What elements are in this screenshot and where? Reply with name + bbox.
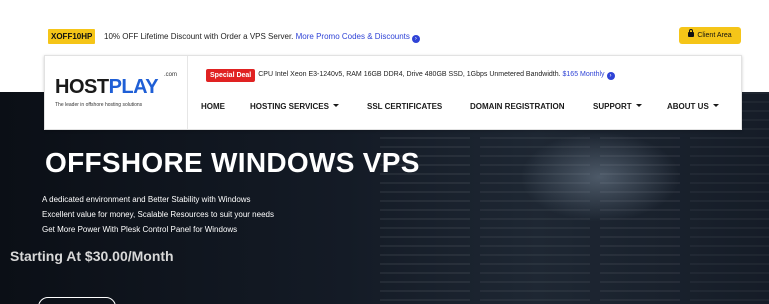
nav-item-home[interactable]: HOME xyxy=(201,102,225,111)
nav-item-support[interactable]: SUPPORT xyxy=(593,102,642,111)
promo-message: 10% OFF Lifetime Discount with Order a V… xyxy=(104,32,294,41)
logo-wordmark: HOSTPLAY xyxy=(55,76,159,99)
special-deal-text: CPU Intel Xeon E3-1240v5, RAM 16GB DDR4,… xyxy=(258,71,615,81)
hero-feature-line: A dedicated environment and Better Stabi… xyxy=(42,195,251,204)
hero-light-glow xyxy=(520,132,680,222)
special-deal-price-link[interactable]: $165 Monthly › xyxy=(562,71,615,81)
hero-feature-line: Get More Power With Plesk Control Panel … xyxy=(42,225,238,234)
nav-item-label: SUPPORT xyxy=(593,102,632,111)
promo-text: 10% OFF Lifetime Discount with Order a V… xyxy=(104,32,420,43)
lock-icon xyxy=(688,29,695,37)
nav-item-label: ABOUT US xyxy=(667,102,709,111)
hero-feature-line: Excellent value for money, Scalable Reso… xyxy=(42,210,274,219)
logo[interactable]: HOSTPLAY .com The leader in offshore hos… xyxy=(45,56,188,129)
nav-item-label: HOME xyxy=(201,102,225,111)
logo-tagline: The leader in offshore hosting solutions xyxy=(55,102,143,108)
logo-host-text: HOST xyxy=(55,76,109,98)
special-deal-specs: CPU Intel Xeon E3-1240v5, RAM 16GB DDR4,… xyxy=(258,71,561,79)
client-area-label: Client Area xyxy=(697,32,732,39)
hero-title: OFFSHORE WINDOWS VPS xyxy=(45,147,420,178)
logo-com-text: .com xyxy=(164,72,178,78)
nav-item-domain-registration[interactable]: DOMAIN REGISTRATION xyxy=(470,102,565,111)
nav-item-ssl-certificates[interactable]: SSL CERTIFICATES xyxy=(367,102,442,111)
special-deal-badge: Special Deal xyxy=(206,69,256,83)
client-area-button[interactable]: Client Area xyxy=(679,27,741,44)
chevron-down-icon xyxy=(332,104,339,107)
arrow-right-circle-icon: › xyxy=(606,72,615,81)
hero-starting-price: Starting At $30.00/Month xyxy=(10,248,174,264)
nav-item-label: SSL CERTIFICATES xyxy=(367,102,443,111)
hero-cta-button[interactable] xyxy=(38,297,116,304)
arrow-right-circle-icon: › xyxy=(411,35,420,43)
nav-item-label: HOSTING SERVICES xyxy=(250,102,329,111)
promo-codes-link-label: More Promo Codes & Discounts xyxy=(295,32,410,41)
chevron-down-icon xyxy=(712,104,719,107)
chevron-down-icon xyxy=(635,104,642,107)
promo-codes-link[interactable]: More Promo Codes & Discounts › xyxy=(295,32,420,43)
logo-play-text: PLAY xyxy=(108,76,159,98)
special-deal-price-label: $165 Monthly xyxy=(562,71,605,79)
nav-item-about-us[interactable]: ABOUT US xyxy=(667,102,719,111)
special-deal-row: Special Deal CPU Intel Xeon E3-1240v5, RA… xyxy=(206,67,615,85)
promo-code-badge: XOFF10HP xyxy=(48,29,96,44)
nav-item-hosting-services[interactable]: HOSTING SERVICES xyxy=(250,102,339,111)
nav-item-label: DOMAIN REGISTRATION xyxy=(470,102,565,111)
site-header: HOSTPLAY .com The leader in offshore hos… xyxy=(44,55,742,130)
